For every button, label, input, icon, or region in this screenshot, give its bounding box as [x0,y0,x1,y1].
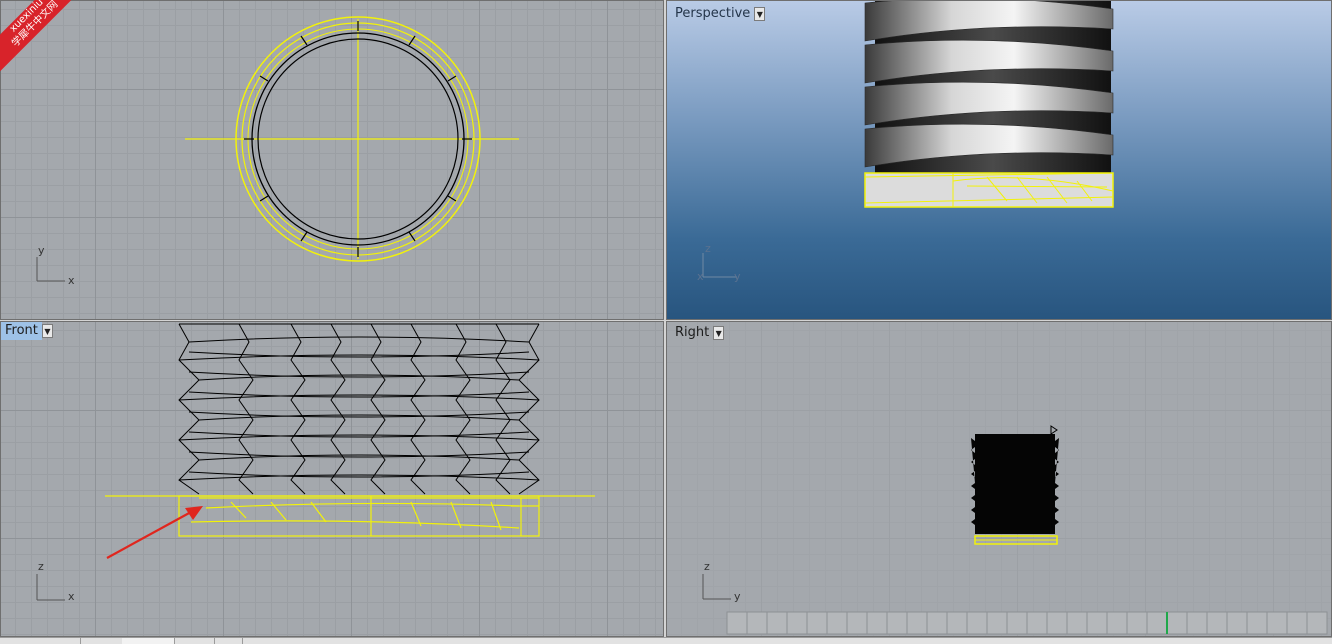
viewport-tab[interactable] [80,638,123,644]
axis-x-label: x [68,274,75,287]
chevron-down-icon[interactable]: ▼ [713,326,725,340]
axis-y-label: y [734,590,741,603]
top-viewport[interactable]: y x [0,0,664,320]
viewport-tab[interactable] [0,638,81,644]
shaded-screw-model[interactable] [667,1,1332,320]
viewport-title-text[interactable]: Front [1,322,42,340]
axis-z-label: z [705,242,711,255]
axis-z-label: z [704,560,710,573]
axis-y-label: y [38,244,45,257]
viewport-title-right[interactable]: Right ▼ [671,324,725,342]
viewport-tab[interactable] [174,638,215,644]
annotation-arrow [106,506,203,559]
axis-x-label: x [697,270,704,283]
axis-x-label: x [68,590,75,603]
axis-gizmo-top [36,257,65,282]
perspective-viewport[interactable]: Perspective ▼ z x y [666,0,1332,320]
front-viewport[interactable]: Front ▼ z x [0,321,664,637]
viewport-tab[interactable] [214,638,243,644]
axis-y-label: y [734,270,741,283]
front-view-wireframe[interactable] [1,322,664,637]
viewport-title-text[interactable]: Perspective [671,5,754,23]
viewport-title-perspective[interactable]: Perspective ▼ [671,5,766,23]
status-ruler [726,611,1328,635]
viewport-title-front[interactable]: Front ▼ [1,322,53,340]
chevron-down-icon[interactable]: ▼ [41,324,53,338]
viewport-tab[interactable] [122,638,175,644]
right-viewport[interactable]: Right ▼ z y [666,321,1332,637]
chevron-down-icon[interactable]: ▼ [754,7,766,21]
right-view-geometry[interactable] [667,322,1332,637]
viewport-title-text[interactable]: Right [671,324,713,342]
axis-z-label: z [38,560,44,573]
